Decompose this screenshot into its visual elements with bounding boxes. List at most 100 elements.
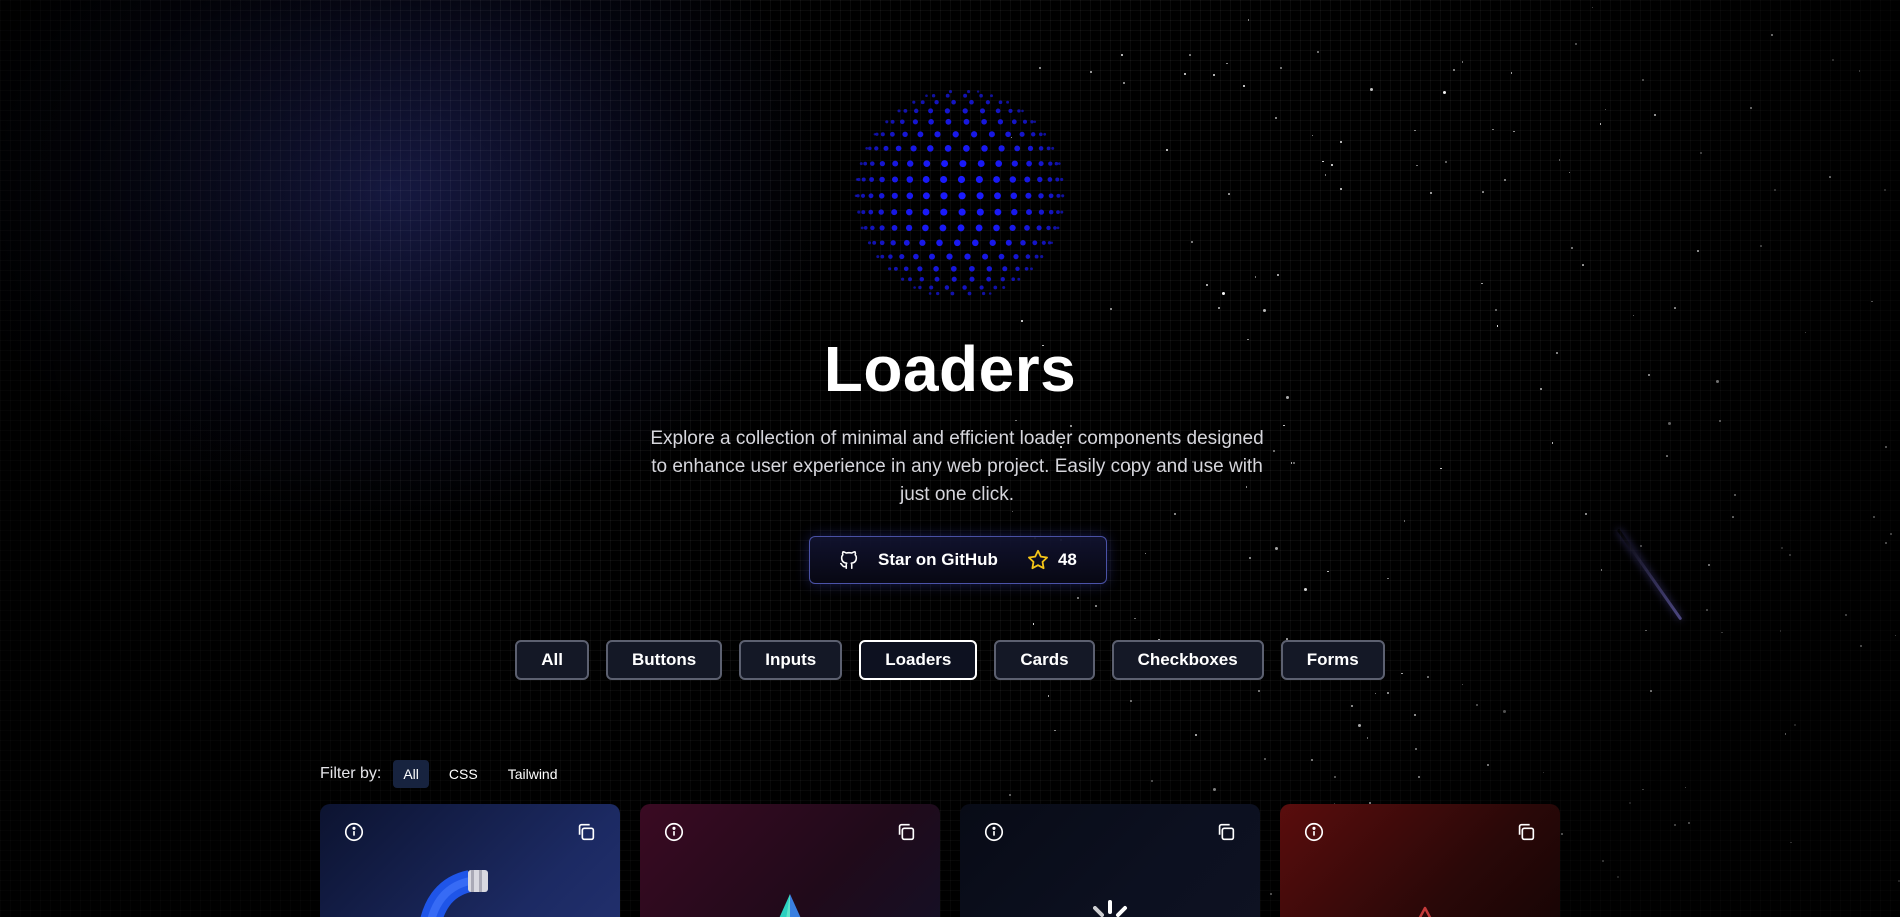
- star: [1173, 513, 1176, 515]
- globe-dot: [910, 145, 917, 152]
- star: [1674, 307, 1676, 309]
- globe-dot: [941, 160, 949, 168]
- globe-dot: [928, 119, 934, 125]
- globe-dot: [962, 108, 968, 114]
- star: [1311, 134, 1314, 137]
- star: [1274, 117, 1277, 120]
- info-icon[interactable]: [663, 821, 685, 843]
- tab-checkboxes[interactable]: Checkboxes: [1111, 640, 1264, 680]
- filter-css[interactable]: CSS: [439, 760, 488, 788]
- star: [1706, 609, 1708, 611]
- tab-loaders[interactable]: Loaders: [859, 640, 978, 680]
- globe-dot: [1030, 132, 1036, 137]
- copy-icon[interactable]: [1215, 821, 1237, 843]
- globe-dot: [879, 176, 885, 183]
- star: [1015, 419, 1017, 422]
- info-icon[interactable]: [983, 821, 1005, 843]
- globe-dot: [912, 119, 918, 125]
- globe-dot: [922, 224, 929, 232]
- star: [1440, 467, 1442, 470]
- globe-dot: [981, 291, 986, 296]
- star: [1270, 892, 1273, 895]
- globe-dot: [1010, 192, 1018, 200]
- star: [1884, 446, 1887, 449]
- star: [1492, 128, 1494, 131]
- globe-dot: [891, 176, 899, 183]
- globe-dot: [1021, 109, 1024, 113]
- star: [1639, 545, 1642, 548]
- star: [1416, 164, 1418, 167]
- info-icon[interactable]: [343, 821, 365, 843]
- star: [1247, 19, 1250, 21]
- star: [1790, 841, 1792, 844]
- star: [1120, 54, 1123, 57]
- tab-inputs[interactable]: Inputs: [739, 640, 843, 680]
- star: [1272, 449, 1275, 452]
- star: [1369, 88, 1373, 91]
- globe-dot: [948, 90, 953, 94]
- globe-dot: [1060, 177, 1064, 182]
- star: [1784, 733, 1787, 735]
- globe-dot: [883, 145, 889, 151]
- star: [1641, 78, 1644, 81]
- tab-forms[interactable]: Forms: [1280, 640, 1385, 680]
- globe-dot: [951, 99, 956, 105]
- globe-dot: [875, 132, 879, 136]
- filter-all[interactable]: All: [393, 760, 429, 788]
- globe-dot: [879, 225, 885, 231]
- star: [1642, 788, 1644, 791]
- star: [1568, 171, 1571, 174]
- star: [1184, 72, 1187, 75]
- star: [1551, 442, 1554, 444]
- globe-dot: [1017, 109, 1021, 113]
- star: [1222, 292, 1226, 296]
- globe-dot: [1002, 266, 1008, 272]
- globe-dot: [920, 100, 925, 105]
- globe-dot: [951, 276, 957, 282]
- star: [1600, 569, 1603, 571]
- star-on-github-button[interactable]: Star on GitHub 48: [809, 536, 1107, 584]
- globe-dot: [922, 208, 930, 216]
- star: [1011, 510, 1014, 513]
- star: [1442, 90, 1446, 94]
- tab-buttons[interactable]: Buttons: [606, 640, 723, 680]
- github-button-label: Star on GitHub: [878, 550, 998, 569]
- copy-icon[interactable]: [895, 821, 917, 843]
- globe-dot: [962, 285, 967, 290]
- star: [1894, 634, 1897, 637]
- globe-dot: [891, 225, 898, 231]
- star: [1020, 320, 1023, 323]
- globe-dot: [1048, 161, 1053, 166]
- globe-dot: [1060, 210, 1064, 214]
- globe-dot: [934, 131, 941, 138]
- star: [1574, 43, 1577, 46]
- globe-dot: [981, 145, 988, 152]
- star: [1721, 631, 1723, 634]
- globe-dot: [872, 240, 877, 245]
- globe-dot: [936, 239, 943, 247]
- tab-cards[interactable]: Cards: [994, 640, 1095, 680]
- globe-dot: [967, 291, 972, 296]
- globe-dot: [888, 267, 892, 271]
- copy-icon[interactable]: [1515, 821, 1537, 843]
- copy-icon[interactable]: [575, 821, 597, 843]
- filter-tailwind[interactable]: Tailwind: [498, 760, 568, 788]
- globe-dot: [1014, 145, 1021, 152]
- globe-dot: [1008, 108, 1013, 113]
- globe-dot: [944, 145, 952, 152]
- globe-dot: [1038, 193, 1044, 199]
- info-icon[interactable]: [1303, 821, 1325, 843]
- star: [1095, 604, 1098, 607]
- globe-dot: [1036, 225, 1042, 231]
- star: [1212, 788, 1216, 792]
- star: [1482, 191, 1484, 193]
- tab-all[interactable]: All: [515, 640, 590, 680]
- globe-dot: [857, 210, 861, 214]
- globe-dot: [895, 145, 902, 152]
- globe-dot: [863, 161, 868, 166]
- globe-dot: [1027, 145, 1034, 152]
- globe-dot: [1025, 192, 1032, 199]
- globe-dot: [876, 255, 880, 259]
- globe-dot: [994, 208, 1002, 216]
- loader-card: [960, 804, 1260, 917]
